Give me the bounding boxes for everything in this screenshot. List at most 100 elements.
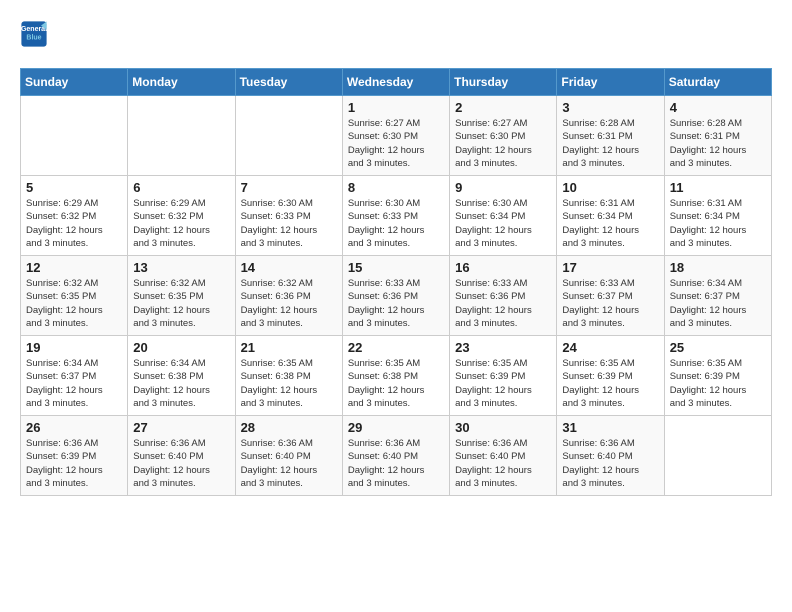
day-info: Sunrise: 6:31 AM Sunset: 6:34 PM Dayligh… <box>562 197 658 250</box>
calendar-cell <box>21 96 128 176</box>
day-number: 30 <box>455 420 551 435</box>
day-header-thursday: Thursday <box>450 69 557 96</box>
day-info: Sunrise: 6:28 AM Sunset: 6:31 PM Dayligh… <box>670 117 766 170</box>
calendar-cell <box>664 416 771 496</box>
day-number: 25 <box>670 340 766 355</box>
logo: General Blue <box>20 20 52 48</box>
calendar-cell: 4Sunrise: 6:28 AM Sunset: 6:31 PM Daylig… <box>664 96 771 176</box>
day-number: 18 <box>670 260 766 275</box>
day-info: Sunrise: 6:29 AM Sunset: 6:32 PM Dayligh… <box>26 197 122 250</box>
day-number: 3 <box>562 100 658 115</box>
day-number: 7 <box>241 180 337 195</box>
day-number: 1 <box>348 100 444 115</box>
day-info: Sunrise: 6:32 AM Sunset: 6:35 PM Dayligh… <box>26 277 122 330</box>
svg-text:Blue: Blue <box>26 35 41 42</box>
calendar-cell: 14 Sunrise: 6:32 AM Sunset: 6:36 PM Dayli… <box>235 256 342 336</box>
day-info: Sunrise: 6:35 AM Sunset: 6:38 PM Dayligh… <box>241 357 337 410</box>
day-number: 10 <box>562 180 658 195</box>
calendar-cell: 19 Sunrise: 6:34 AM Sunset: 6:37 PM Dayli… <box>21 336 128 416</box>
calendar-cell <box>235 96 342 176</box>
calendar-cell: 12 Sunrise: 6:32 AM Sunset: 6:35 PM Dayli… <box>21 256 128 336</box>
day-info: Sunrise: 6:35 AM Sunset: 6:39 PM Dayligh… <box>670 357 766 410</box>
calendar-cell: 15 Sunrise: 6:33 AM Sunset: 6:36 PM Dayli… <box>342 256 449 336</box>
calendar-cell: 31 Sunrise: 6:36 AM Sunset: 6:40 PM Dayli… <box>557 416 664 496</box>
day-number: 17 <box>562 260 658 275</box>
calendar-cell: 25 Sunrise: 6:35 AM Sunset: 6:39 PM Dayli… <box>664 336 771 416</box>
day-header-saturday: Saturday <box>664 69 771 96</box>
day-number: 14 <box>241 260 337 275</box>
day-number: 20 <box>133 340 229 355</box>
day-header-tuesday: Tuesday <box>235 69 342 96</box>
day-number: 6 <box>133 180 229 195</box>
calendar-cell: 6 Sunrise: 6:29 AM Sunset: 6:32 PM Daylig… <box>128 176 235 256</box>
calendar-cell: 3 Sunrise: 6:28 AM Sunset: 6:31 PM Daylig… <box>557 96 664 176</box>
day-header-friday: Friday <box>557 69 664 96</box>
day-info: Sunrise: 6:36 AM Sunset: 6:40 PM Dayligh… <box>133 437 229 490</box>
day-number: 8 <box>348 180 444 195</box>
calendar-cell: 2 Sunrise: 6:27 AM Sunset: 6:30 PM Daylig… <box>450 96 557 176</box>
calendar-cell: 24Sunrise: 6:35 AM Sunset: 6:39 PM Dayli… <box>557 336 664 416</box>
day-info: Sunrise: 6:34 AM Sunset: 6:37 PM Dayligh… <box>26 357 122 410</box>
day-info: Sunrise: 6:29 AM Sunset: 6:32 PM Dayligh… <box>133 197 229 250</box>
day-info: Sunrise: 6:33 AM Sunset: 6:36 PM Dayligh… <box>455 277 551 330</box>
calendar-cell: 27 Sunrise: 6:36 AM Sunset: 6:40 PM Dayli… <box>128 416 235 496</box>
day-number: 22 <box>348 340 444 355</box>
day-header-wednesday: Wednesday <box>342 69 449 96</box>
day-number: 21 <box>241 340 337 355</box>
day-info: Sunrise: 6:32 AM Sunset: 6:36 PM Dayligh… <box>241 277 337 330</box>
day-info: Sunrise: 6:30 AM Sunset: 6:33 PM Dayligh… <box>348 197 444 250</box>
calendar-cell: 1 Sunrise: 6:27 AM Sunset: 6:30 PM Daylig… <box>342 96 449 176</box>
day-info: Sunrise: 6:33 AM Sunset: 6:37 PM Dayligh… <box>562 277 658 330</box>
day-info: Sunrise: 6:33 AM Sunset: 6:36 PM Dayligh… <box>348 277 444 330</box>
day-info: Sunrise: 6:27 AM Sunset: 6:30 PM Dayligh… <box>348 117 444 170</box>
day-number: 5 <box>26 180 122 195</box>
day-number: 11 <box>670 180 766 195</box>
day-header-monday: Monday <box>128 69 235 96</box>
day-info: Sunrise: 6:28 AM Sunset: 6:31 PM Dayligh… <box>562 117 658 170</box>
day-info: Sunrise: 6:27 AM Sunset: 6:30 PM Dayligh… <box>455 117 551 170</box>
calendar-cell: 20 Sunrise: 6:34 AM Sunset: 6:38 PM Dayli… <box>128 336 235 416</box>
day-info: Sunrise: 6:31 AM Sunset: 6:34 PM Dayligh… <box>670 197 766 250</box>
day-info: Sunrise: 6:32 AM Sunset: 6:35 PM Dayligh… <box>133 277 229 330</box>
day-info: Sunrise: 6:34 AM Sunset: 6:38 PM Dayligh… <box>133 357 229 410</box>
day-header-sunday: Sunday <box>21 69 128 96</box>
day-number: 24 <box>562 340 658 355</box>
day-info: Sunrise: 6:30 AM Sunset: 6:33 PM Dayligh… <box>241 197 337 250</box>
day-info: Sunrise: 6:35 AM Sunset: 6:38 PM Dayligh… <box>348 357 444 410</box>
calendar-cell: 29 Sunrise: 6:36 AM Sunset: 6:40 PM Dayli… <box>342 416 449 496</box>
svg-text:General: General <box>21 26 47 33</box>
day-info: Sunrise: 6:36 AM Sunset: 6:40 PM Dayligh… <box>562 437 658 490</box>
day-number: 9 <box>455 180 551 195</box>
calendar-cell: 17 Sunrise: 6:33 AM Sunset: 6:37 PM Dayli… <box>557 256 664 336</box>
calendar-cell: 23 Sunrise: 6:35 AM Sunset: 6:39 PM Dayli… <box>450 336 557 416</box>
day-number: 26 <box>26 420 122 435</box>
calendar-cell: 21 Sunrise: 6:35 AM Sunset: 6:38 PM Dayli… <box>235 336 342 416</box>
day-number: 27 <box>133 420 229 435</box>
calendar-cell: 7 Sunrise: 6:30 AM Sunset: 6:33 PM Daylig… <box>235 176 342 256</box>
day-info: Sunrise: 6:35 AM Sunset: 6:39 PM Dayligh… <box>455 357 551 410</box>
day-number: 23 <box>455 340 551 355</box>
day-number: 29 <box>348 420 444 435</box>
calendar-cell: 22 Sunrise: 6:35 AM Sunset: 6:38 PM Dayli… <box>342 336 449 416</box>
day-number: 31 <box>562 420 658 435</box>
day-number: 12 <box>26 260 122 275</box>
calendar-cell: 18 Sunrise: 6:34 AM Sunset: 6:37 PM Dayli… <box>664 256 771 336</box>
day-info: Sunrise: 6:36 AM Sunset: 6:40 PM Dayligh… <box>348 437 444 490</box>
day-number: 28 <box>241 420 337 435</box>
day-info: Sunrise: 6:36 AM Sunset: 6:39 PM Dayligh… <box>26 437 122 490</box>
day-number: 13 <box>133 260 229 275</box>
day-info: Sunrise: 6:36 AM Sunset: 6:40 PM Dayligh… <box>241 437 337 490</box>
day-number: 19 <box>26 340 122 355</box>
calendar-table: SundayMondayTuesdayWednesdayThursdayFrid… <box>20 68 772 496</box>
calendar-cell: 28 Sunrise: 6:36 AM Sunset: 6:40 PM Dayli… <box>235 416 342 496</box>
calendar-cell: 26 Sunrise: 6:36 AM Sunset: 6:39 PM Dayli… <box>21 416 128 496</box>
day-number: 2 <box>455 100 551 115</box>
day-info: Sunrise: 6:34 AM Sunset: 6:37 PM Dayligh… <box>670 277 766 330</box>
calendar-cell: 30Sunrise: 6:36 AM Sunset: 6:40 PM Dayli… <box>450 416 557 496</box>
calendar-cell <box>128 96 235 176</box>
calendar-cell: 11 Sunrise: 6:31 AM Sunset: 6:34 PM Dayli… <box>664 176 771 256</box>
calendar-cell: 10 Sunrise: 6:31 AM Sunset: 6:34 PM Dayli… <box>557 176 664 256</box>
day-info: Sunrise: 6:30 AM Sunset: 6:34 PM Dayligh… <box>455 197 551 250</box>
day-number: 16 <box>455 260 551 275</box>
day-number: 15 <box>348 260 444 275</box>
